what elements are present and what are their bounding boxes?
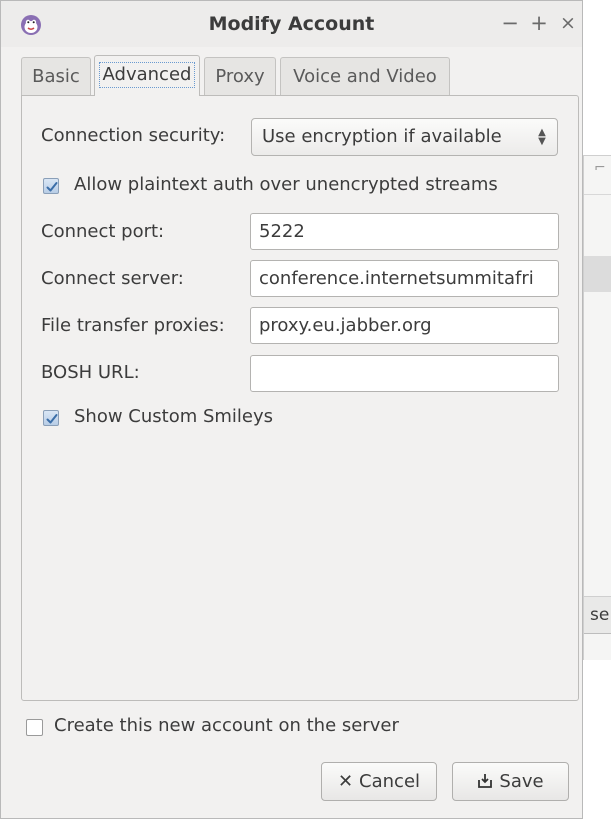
background-selected-row: [584, 256, 611, 292]
connect-port-label: Connect port:: [41, 221, 165, 242]
show-custom-smileys-checkbox[interactable]: [43, 410, 59, 426]
connection-security-value: Use encryption if available: [262, 126, 502, 147]
tab-proxy[interactable]: Proxy: [204, 57, 276, 96]
file-transfer-proxies-label: File transfer proxies:: [41, 315, 225, 336]
tab-advanced[interactable]: Advanced: [94, 55, 200, 96]
background-window: ⌐ se: [583, 155, 611, 660]
tab-basic-label: Basic: [32, 66, 80, 87]
spin-arrows-icon: ▲ ▼: [538, 127, 546, 147]
connect-port-field[interactable]: 5222: [250, 213, 559, 250]
background-window-mark: ⌐: [594, 160, 606, 176]
save-icon: [477, 763, 493, 800]
title-bar: Modify Account − + ×: [1, 1, 582, 47]
tab-voice-and-video[interactable]: Voice and Video: [280, 57, 450, 96]
connection-security-select[interactable]: Use encryption if available ▲ ▼: [251, 118, 558, 156]
window-title: Modify Account: [208, 13, 375, 35]
modify-account-dialog: Modify Account − + × Basic Advanced Prox…: [0, 0, 583, 819]
tab-voice-and-video-label: Voice and Video: [293, 66, 437, 87]
create-account-label: Create this new account on the server: [54, 715, 399, 736]
minimize-button[interactable]: −: [499, 11, 521, 35]
create-account-checkbox[interactable]: [26, 719, 43, 736]
tab-proxy-label: Proxy: [215, 66, 265, 87]
cancel-button[interactable]: ✕ Cancel: [321, 762, 437, 801]
allow-plaintext-label: Allow plaintext auth over unencrypted st…: [74, 174, 498, 195]
save-button-label: Save: [499, 771, 544, 792]
connection-security-label: Connection security:: [41, 125, 226, 146]
maximize-button[interactable]: +: [528, 11, 550, 35]
tab-basic[interactable]: Basic: [21, 57, 91, 96]
background-window-field: se: [584, 596, 611, 634]
close-button[interactable]: ×: [557, 11, 579, 35]
connect-server-label: Connect server:: [41, 268, 184, 289]
file-transfer-proxies-field[interactable]: proxy.eu.jabber.org: [250, 307, 559, 344]
background-divider: [584, 194, 611, 195]
allow-plaintext-checkbox[interactable]: [43, 178, 59, 194]
bosh-url-field[interactable]: [250, 355, 559, 392]
advanced-panel: Connection security: Use encryption if a…: [21, 95, 579, 701]
checkmark-icon: [46, 414, 58, 424]
save-button[interactable]: Save: [452, 762, 569, 801]
background-window-text: se: [590, 605, 610, 625]
close-icon: ✕: [337, 771, 354, 792]
connect-server-field[interactable]: conference.internetsummitafri: [250, 260, 559, 297]
bosh-url-label: BOSH URL:: [41, 362, 140, 383]
checkmark-icon: [46, 182, 58, 192]
show-custom-smileys-label: Show Custom Smileys: [74, 406, 274, 427]
cancel-button-label: Cancel: [359, 771, 421, 792]
tab-advanced-label: Advanced: [98, 62, 196, 88]
